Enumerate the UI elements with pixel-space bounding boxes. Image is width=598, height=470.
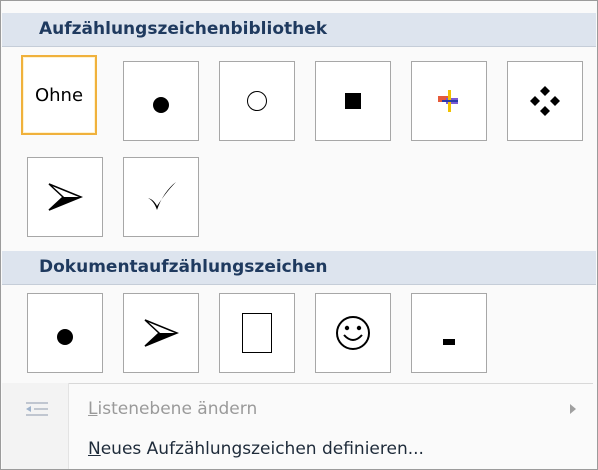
change-list-level-command[interactable]: Listenebene ändern [2,389,596,429]
rectangle-bullet-icon [242,313,272,353]
arrowhead-bullet-icon [48,183,83,211]
change-list-level-label: Listenebene ändern [88,399,258,419]
command-separator [69,383,593,384]
bullet-four-diamond-tile[interactable] [507,61,583,141]
bullet-arrowhead-tile[interactable] [27,157,103,237]
doc-bullet-filled-circle-tile[interactable] [27,293,103,373]
define-new-bullet-label: Neues Aufzählungszeichen definieren... [88,439,424,459]
define-new-bullet-command[interactable]: Neues Aufzählungszeichen definieren... [2,429,596,469]
checkmark-bullet-icon [148,182,176,210]
filled-circle-bullet-icon [57,329,73,345]
doc-bullet-arrowhead-tile[interactable] [123,293,199,373]
bullet-colored-cross-tile[interactable] [411,61,487,141]
four-diamond-bullet-icon [530,86,560,116]
bullet-filled-circle-tile[interactable] [123,61,199,141]
bullet-hollow-circle-tile[interactable] [219,61,295,141]
submenu-arrow-icon [570,404,576,414]
document-bullets-header: Dokumentaufzählungszeichen [2,251,596,285]
bullet-none-tile[interactable]: Ohne [21,55,97,135]
colored-cross-bullet-icon [438,90,458,112]
filled-circle-bullet-icon [153,97,169,113]
arrowhead-bullet-icon [144,319,179,347]
hollow-circle-bullet-icon [247,91,267,111]
doc-bullet-rectangle-tile[interactable] [219,293,295,373]
list-level-icon [26,402,48,416]
bullet-library-menu: Aufzählungszeichenbibliothek Ohne Dokume… [0,0,598,470]
doc-bullet-dash-tile[interactable] [411,293,487,373]
none-label: Ohne [34,84,84,106]
bullet-library-header: Aufzählungszeichenbibliothek [2,13,596,47]
doc-bullet-smiley-tile[interactable] [315,293,391,373]
filled-square-bullet-icon [345,93,361,109]
smiley-bullet-icon [336,316,370,350]
dash-bullet-icon [443,339,455,345]
bullet-checkmark-tile[interactable] [123,157,199,237]
bullet-filled-square-tile[interactable] [315,61,391,141]
